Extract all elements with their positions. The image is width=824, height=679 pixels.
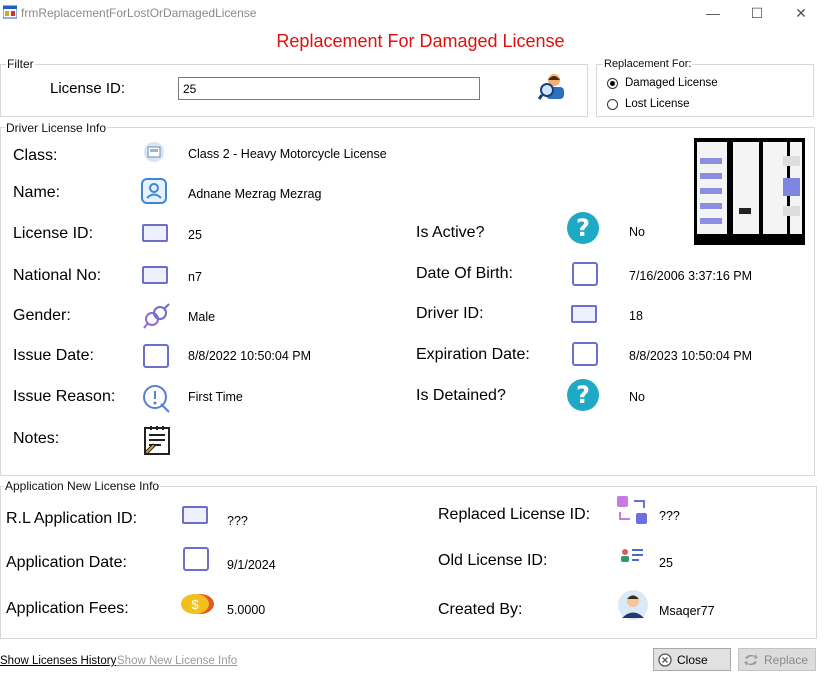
driver-id-value: 18 xyxy=(629,309,643,323)
show-new-license-info-link[interactable]: Show New License Info xyxy=(117,655,237,667)
application-date-label: Application Date: xyxy=(6,554,127,571)
replace-arrows-icon xyxy=(744,653,758,666)
close-icon: ✕ xyxy=(795,4,807,21)
application-id-icon xyxy=(182,506,208,524)
date-of-birth-value: 7/16/2006 3:37:16 PM xyxy=(629,269,753,283)
id-card-icon xyxy=(142,224,168,242)
replace-button[interactable]: Replace xyxy=(738,648,816,671)
driver-id-icon xyxy=(571,305,597,323)
expiration-date-label: Expiration Date: xyxy=(416,346,530,363)
replace-button-label: Replace xyxy=(764,652,809,667)
expiration-calendar-icon xyxy=(572,342,598,366)
rl-application-id-value: ??? xyxy=(227,514,248,528)
old-license-id-value: 25 xyxy=(659,556,673,570)
notes-icon xyxy=(144,426,170,455)
application-date-value: 9/1/2024 xyxy=(227,558,276,572)
coin-icon: $ xyxy=(181,594,209,614)
old-license-icon xyxy=(619,546,645,564)
close-button-label: Close xyxy=(677,652,708,667)
replaced-license-id-label: Replaced License ID: xyxy=(438,506,591,523)
license-id-input[interactable] xyxy=(178,77,480,100)
show-licenses-history-link[interactable]: Show Licenses History xyxy=(0,655,116,667)
license-class-icon xyxy=(144,142,164,162)
page-title: Replacement For Damaged License xyxy=(276,31,565,51)
birth-calendar-icon xyxy=(572,262,598,286)
notes-label: Notes: xyxy=(13,430,60,447)
issue-reason-value: First Time xyxy=(188,390,243,404)
application-date-icon xyxy=(183,547,209,571)
driver-license-info-group xyxy=(0,127,815,476)
find-person-icon[interactable] xyxy=(538,72,566,100)
national-no-value: n7 xyxy=(188,270,202,284)
driver-id-label: Driver ID: xyxy=(416,305,484,322)
is-active-label: Is Active? xyxy=(416,224,485,241)
gender-value: Male xyxy=(188,310,216,324)
old-license-id-label: Old License ID: xyxy=(438,552,548,569)
minimize-button[interactable]: — xyxy=(690,0,736,26)
maximize-icon: ☐ xyxy=(750,4,764,21)
close-button[interactable]: Close xyxy=(653,648,731,671)
driver-license-info-label: Driver License Info xyxy=(5,121,108,135)
close-window-button[interactable]: ✕ xyxy=(778,0,824,26)
application-info-label: Application New License Info xyxy=(4,479,161,493)
person-photo xyxy=(694,138,805,245)
maximize-button[interactable]: ☐ xyxy=(734,0,780,26)
radio-lost-license[interactable] xyxy=(607,99,618,110)
issue-date-label: Issue Date: xyxy=(13,347,94,364)
title-bar: frmReplacementForLostOrDamagedLicense — … xyxy=(0,0,824,26)
class-value: Class 2 - Heavy Motorcycle License xyxy=(188,147,387,161)
class-label: Class: xyxy=(13,147,58,164)
radio-damaged-license-label[interactable]: Damaged License xyxy=(625,77,718,89)
detained-question-icon: ? xyxy=(567,379,599,411)
is-detained-label: Is Detained? xyxy=(416,387,506,404)
app-icon xyxy=(3,5,17,19)
name-value: Adnane Mezrag Mezrag xyxy=(188,187,322,201)
issue-date-value: 8/8/2022 10:50:04 PM xyxy=(188,349,312,363)
is-active-value: No xyxy=(629,225,645,239)
national-no-label: National No: xyxy=(13,267,102,284)
window-title: frmReplacementForLostOrDamagedLicense xyxy=(21,6,257,20)
calendar-icon xyxy=(143,344,169,368)
gender-icon xyxy=(143,303,170,329)
license-id-value: 25 xyxy=(188,228,202,242)
national-id-icon xyxy=(142,266,168,284)
name-label: Name: xyxy=(13,184,61,201)
gender-label: Gender: xyxy=(13,307,71,324)
replace-icon xyxy=(617,496,647,524)
filter-license-id-label: License ID: xyxy=(50,80,126,97)
info-reason-icon xyxy=(143,385,170,413)
question-icon: ? xyxy=(567,212,599,244)
filter-group-label: Filter xyxy=(6,57,35,71)
expiration-date-value: 8/8/2023 10:50:04 PM xyxy=(629,349,753,363)
application-fees-value: 5.0000 xyxy=(227,603,266,617)
created-by-value: Msaqer77 xyxy=(659,604,715,618)
rl-application-id-label: R.L Application ID: xyxy=(6,510,138,527)
license-id-label: License ID: xyxy=(13,225,94,242)
person-card-icon xyxy=(141,178,167,204)
radio-lost-license-label[interactable]: Lost License xyxy=(625,98,690,110)
replaced-license-id-value: ??? xyxy=(659,509,680,523)
created-by-label: Created By: xyxy=(438,601,523,618)
close-circle-icon xyxy=(658,652,672,667)
radio-damaged-license[interactable] xyxy=(607,78,618,89)
replacement-for-label: Replacement For: xyxy=(603,58,693,70)
user-avatar-icon xyxy=(618,590,648,620)
date-of-birth-label: Date Of Birth: xyxy=(416,265,513,282)
minimize-icon: — xyxy=(706,5,720,21)
application-fees-label: Application Fees: xyxy=(6,600,129,617)
issue-reason-label: Issue Reason: xyxy=(13,388,116,405)
is-detained-value: No xyxy=(629,390,645,404)
